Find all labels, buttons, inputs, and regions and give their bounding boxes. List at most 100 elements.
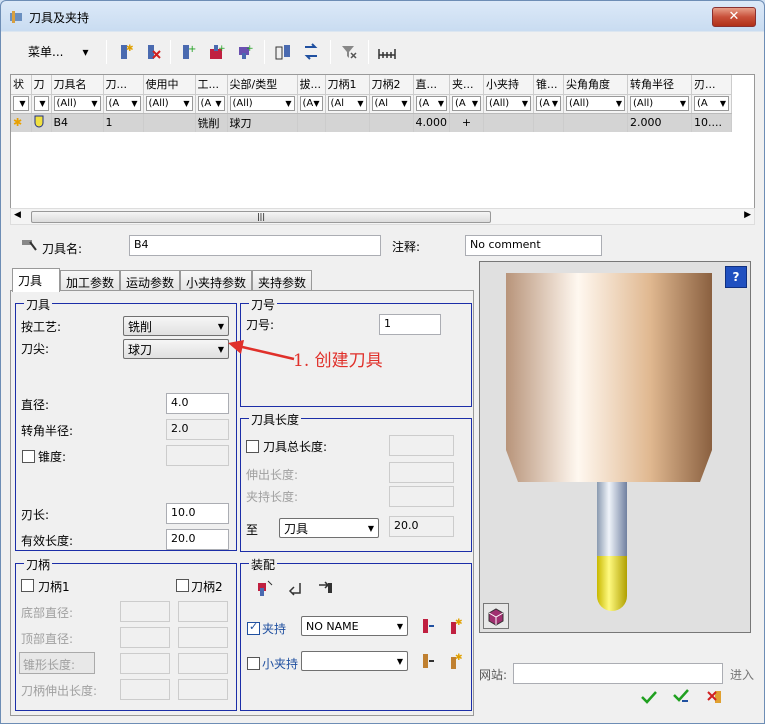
shank-overhang-input-1[interactable] [120, 679, 170, 700]
overhang-length-input[interactable] [389, 462, 454, 483]
tab-motion-params[interactable]: 运动参数 [120, 270, 180, 291]
copy-tool-icon[interactable] [272, 41, 294, 63]
col-header[interactable]: 工... [195, 75, 228, 95]
help-icon[interactable]: ? [725, 266, 747, 288]
shank2-checkbox[interactable] [176, 579, 189, 592]
filter-cell[interactable]: (Al ▼ [369, 94, 414, 114]
swap-tool-icon[interactable] [300, 41, 322, 63]
filter-cell[interactable]: (All) ▼ [563, 94, 628, 114]
process-select[interactable]: 铣削 ▼ [123, 316, 229, 336]
small-holder-new-icon[interactable]: ✱ [444, 650, 466, 672]
measure-icon[interactable] [376, 41, 398, 63]
col-header[interactable]: 刃... [691, 75, 732, 95]
ok-check-icon[interactable] [638, 686, 660, 708]
col-header[interactable]: 拔... [297, 75, 326, 95]
col-header[interactable]: 尖角角度 [563, 75, 628, 95]
filter-cell[interactable]: (All) ▼ [227, 94, 298, 114]
col-header[interactable]: 刀... [103, 75, 144, 95]
filter-cell[interactable]: (All) ▼ [143, 94, 196, 114]
bottom-diameter-input-2[interactable] [178, 601, 228, 622]
small-holder-import-icon[interactable] [416, 650, 438, 672]
filter-cell[interactable]: (A ▼ [103, 94, 144, 114]
tool-number-input[interactable]: 1 [379, 314, 441, 335]
filter-cell[interactable]: (A ▼ [533, 94, 564, 114]
col-header[interactable]: 小夹持 [483, 75, 534, 95]
effective-length-input[interactable]: 20.0 [166, 529, 229, 550]
taper-length-button[interactable]: 锥形长度: [19, 652, 95, 674]
comment-input[interactable]: No comment [465, 235, 602, 256]
filter-cell[interactable]: (A ▼ [449, 94, 484, 114]
filter-cell[interactable]: (A ▼ [297, 94, 326, 114]
clear-filter-icon[interactable] [338, 41, 360, 63]
scroll-right-icon[interactable]: ▶ [744, 210, 751, 220]
apply-check-icon[interactable] [670, 686, 692, 708]
col-header[interactable]: 使用中 [143, 75, 196, 95]
col-header[interactable]: 状 [11, 75, 32, 95]
filter-cell[interactable]: ▼ [11, 94, 32, 114]
taper-length-input-2[interactable] [178, 653, 228, 674]
filter-cell[interactable]: (All) ▼ [51, 94, 104, 114]
table-row[interactable]: ✱ B4 1 铣削 球刀 4.000 + 2.000 10.... [11, 113, 732, 132]
close-button[interactable]: ✕ [712, 7, 756, 27]
flute-length-input[interactable]: 10.0 [166, 503, 229, 524]
col-header[interactable]: 直... [413, 75, 450, 95]
small-holder-checkbox[interactable] [247, 657, 260, 670]
cancel-icon[interactable] [704, 686, 726, 708]
new-tool-icon[interactable]: ✱ [114, 41, 136, 63]
col-header[interactable]: 刀具名 [51, 75, 104, 95]
col-header[interactable]: 转角半径 [627, 75, 692, 95]
holder-new-icon[interactable]: ✱ [444, 615, 466, 637]
clamp-length-input[interactable] [389, 486, 454, 507]
filter-cell[interactable]: (A ▼ [413, 94, 450, 114]
assemble-icon[interactable] [254, 577, 276, 599]
col-header[interactable]: 锥... [533, 75, 564, 95]
tab-small-holder-params[interactable]: 小夹持参数 [180, 270, 252, 291]
delete-tool-icon[interactable] [142, 41, 164, 63]
menu-button[interactable]: 菜单... ▾ [28, 43, 89, 60]
length-reference-select[interactable]: 刀具 ▼ [279, 518, 379, 538]
taper-input[interactable] [166, 445, 229, 466]
scroll-thumb[interactable]: ||| [31, 211, 491, 223]
filter-cell[interactable]: (All) ▼ [483, 94, 534, 114]
import-icon[interactable] [284, 577, 306, 599]
col-header[interactable]: 尖部/类型 [227, 75, 298, 95]
length-reference-value[interactable]: 20.0 [389, 516, 454, 537]
bottom-diameter-input-1[interactable] [120, 601, 170, 622]
tool-name-input[interactable]: B4 [129, 235, 381, 256]
holder-select[interactable]: NO NAME ▼ [301, 616, 408, 636]
shank1-checkbox[interactable] [21, 579, 34, 592]
shank-overhang-input-2[interactable] [178, 679, 228, 700]
col-header[interactable]: 刀柄1 [325, 75, 370, 95]
export-icon[interactable] [314, 577, 336, 599]
filter-cell[interactable]: (A ▼ [195, 94, 228, 114]
taper-checkbox[interactable] [22, 450, 35, 463]
tab-machining-params[interactable]: 加工参数 [60, 270, 120, 291]
col-header[interactable]: 夹... [449, 75, 484, 95]
add-shank-icon[interactable]: + [178, 41, 200, 63]
filter-cell[interactable]: (Al ▼ [325, 94, 370, 114]
tab-holder-params[interactable]: 夹持参数 [252, 270, 312, 291]
filter-cell[interactable]: ▼ [31, 94, 52, 114]
corner-radius-input[interactable]: 2.0 [166, 419, 229, 440]
diameter-input[interactable]: 4.0 [166, 393, 229, 414]
col-header[interactable]: 刀 [31, 75, 52, 95]
total-length-input[interactable] [389, 435, 454, 456]
filter-cell[interactable]: (All) ▼ [627, 94, 692, 114]
scroll-left-icon[interactable]: ◀ [14, 210, 21, 220]
top-diameter-input-2[interactable] [178, 627, 228, 648]
total-length-checkbox[interactable] [246, 440, 259, 453]
small-holder-select[interactable]: ▼ [301, 651, 408, 671]
holder-checkbox[interactable]: ✓ [247, 620, 260, 635]
taper-length-input-1[interactable] [120, 653, 170, 674]
view-cube-button[interactable] [483, 603, 509, 629]
filter-cell[interactable]: (A ▼ [691, 94, 732, 114]
holder-import-icon[interactable] [416, 615, 438, 637]
top-diameter-input-1[interactable] [120, 627, 170, 648]
tip-select[interactable]: 球刀 ▼ [123, 339, 229, 359]
site-input[interactable] [513, 663, 723, 684]
add-small-holder-icon[interactable]: + [234, 41, 256, 63]
col-header[interactable]: 刀柄2 [369, 75, 414, 95]
add-holder-icon[interactable]: + [206, 41, 228, 63]
horizontal-scrollbar[interactable]: ◀ ||| ▶ [10, 208, 755, 225]
tab-tool[interactable]: 刀具 [12, 268, 60, 292]
